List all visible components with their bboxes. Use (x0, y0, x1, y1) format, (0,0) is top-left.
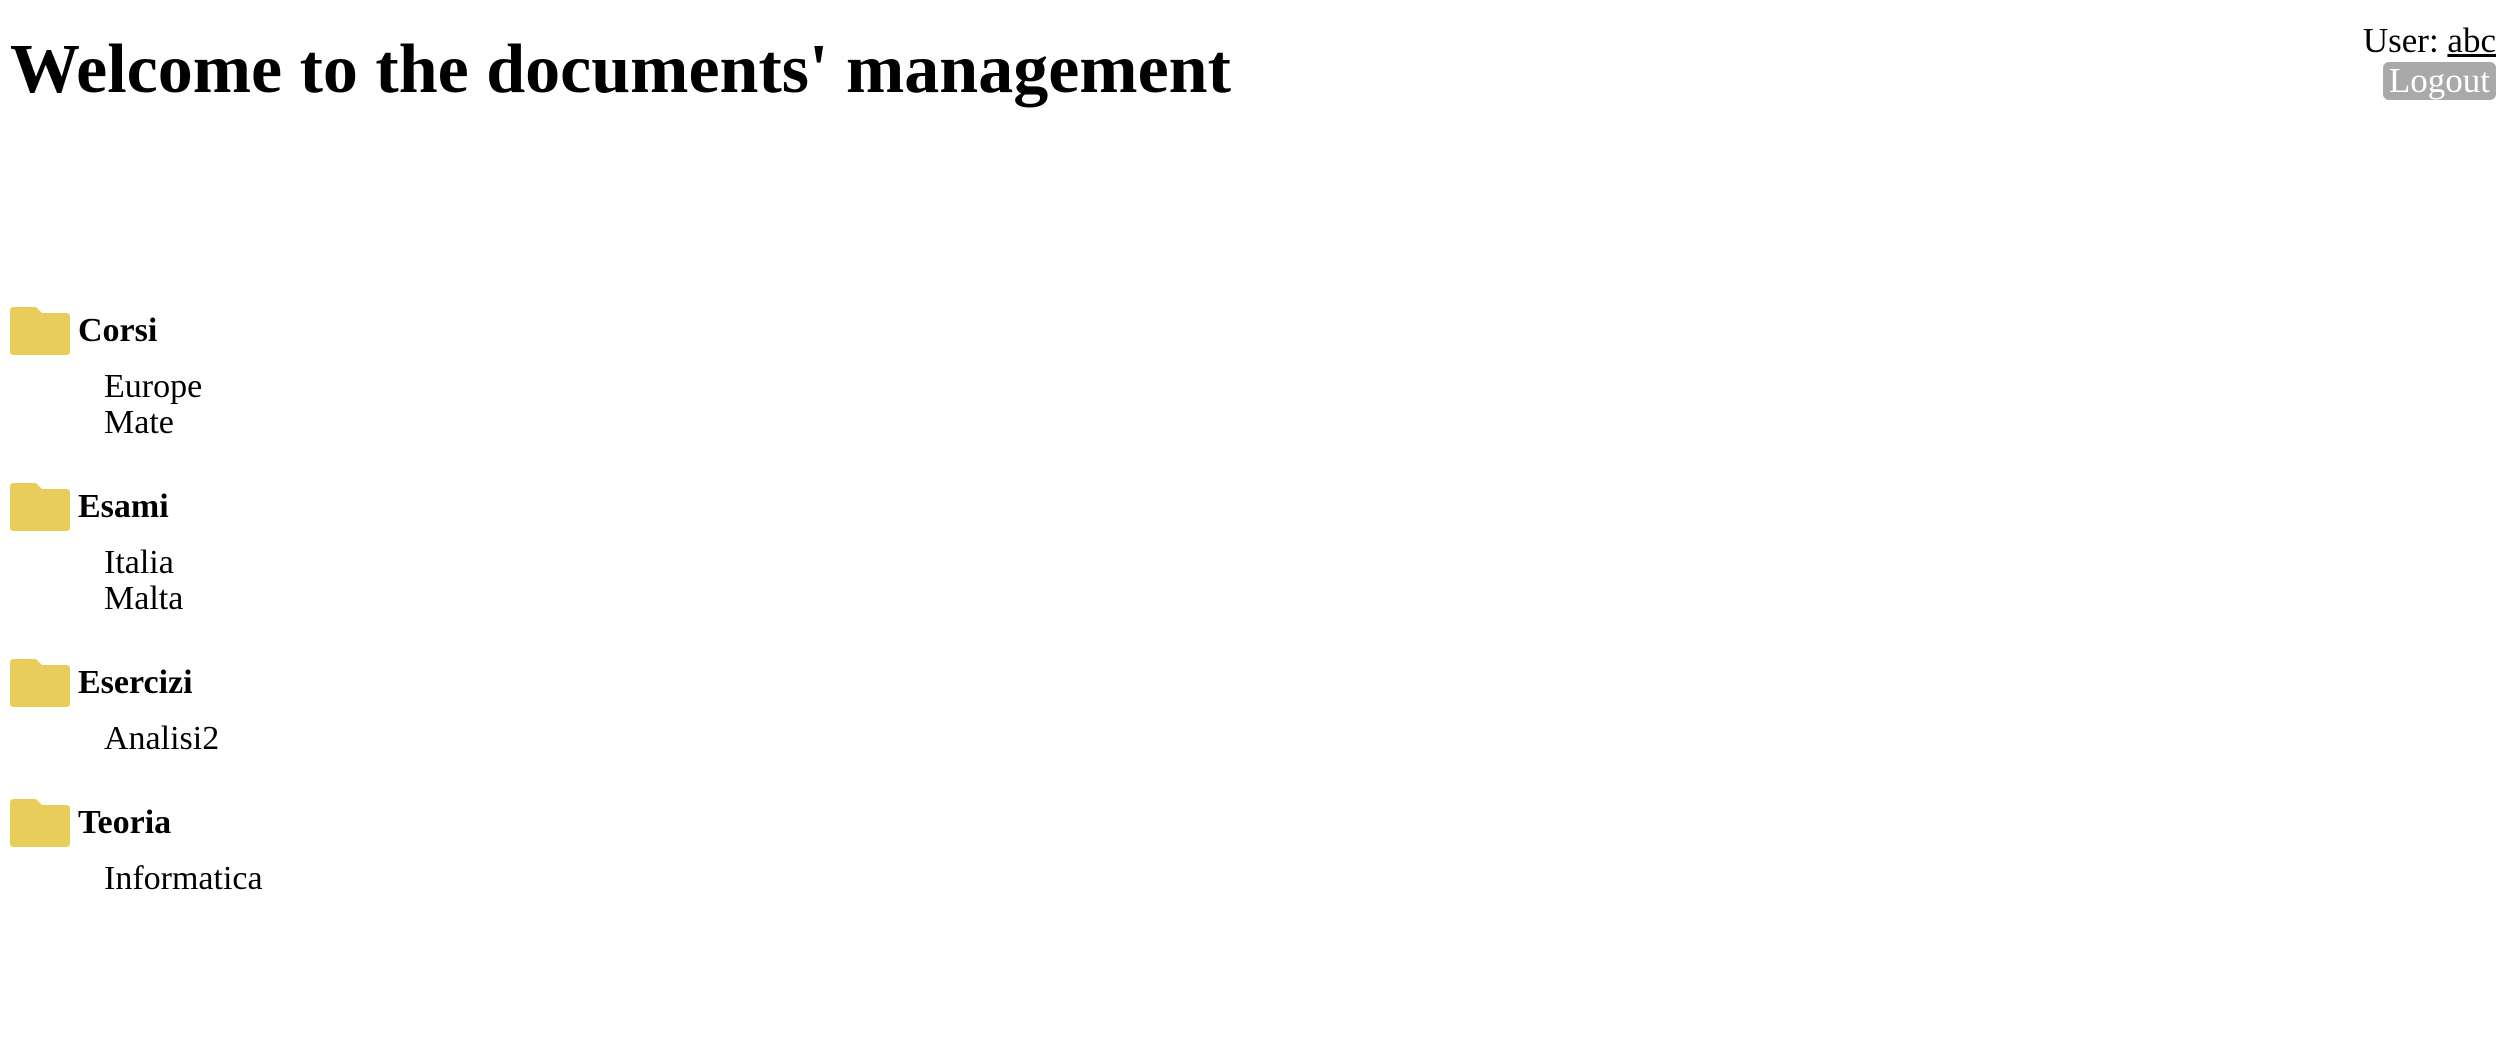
subfolder-item-italia[interactable]: Italia (104, 545, 263, 581)
subfolder-item-analisi2[interactable]: Analisi2 (104, 721, 263, 757)
folder-header-teoria[interactable]: Teoria (10, 797, 263, 849)
subfolder-item-europe[interactable]: Europe (104, 369, 263, 405)
folder-icon (10, 307, 70, 355)
folder-name: Corsi (78, 312, 158, 349)
folder-header-esercizi[interactable]: Esercizi (10, 657, 263, 709)
folder-name: Teoria (78, 804, 172, 841)
folder-item: Esami Italia Malta (10, 481, 263, 617)
folder-item: Corsi Europe Mate (10, 305, 263, 441)
subfolder-list: Italia Malta (10, 545, 263, 617)
folder-icon (10, 799, 70, 847)
subfolder-item-informatica[interactable]: Informatica (104, 861, 263, 897)
subfolder-item-mate[interactable]: Mate (104, 405, 263, 441)
subfolder-list: Europe Mate (10, 369, 263, 441)
subfolder-list: Analisi2 (10, 721, 263, 757)
user-line: User: abc (2363, 22, 2496, 60)
folder-header-esami[interactable]: Esami (10, 481, 263, 533)
folder-item: Esercizi Analisi2 (10, 657, 263, 757)
page-title: Welcome to the documents' management (10, 31, 1231, 108)
folder-icon (10, 659, 70, 707)
folder-name: Esami (78, 488, 169, 525)
folder-icon (10, 483, 70, 531)
user-box: User: abc Logout (2363, 22, 2496, 100)
logout-button[interactable]: Logout (2382, 62, 2496, 100)
subfolder-list: Informatica (10, 861, 263, 897)
subfolder-item-malta[interactable]: Malta (104, 581, 263, 617)
user-label: User: (2362, 21, 2439, 60)
username-link[interactable]: abc (2447, 21, 2496, 60)
folder-item: Teoria Informatica (10, 797, 263, 897)
folder-tree: Corsi Europe Mate Esami Italia Malta Ese… (10, 305, 263, 937)
folder-header-corsi[interactable]: Corsi (10, 305, 263, 357)
folder-name: Esercizi (78, 664, 193, 701)
page: Welcome to the documents' management Use… (0, 0, 2500, 1064)
